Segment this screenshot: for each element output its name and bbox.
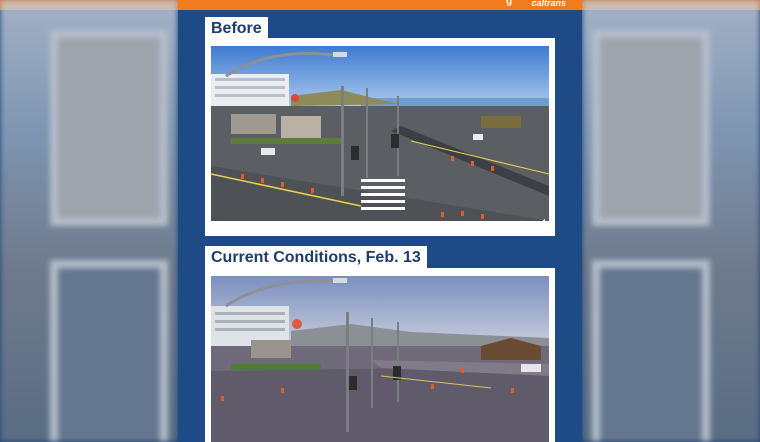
photo-watermark: ◢ bbox=[541, 218, 545, 224]
blurred-background-right bbox=[582, 0, 760, 442]
before-label: Before bbox=[205, 17, 268, 41]
caltrans-logo-icon: g bbox=[506, 0, 513, 7]
before-photo-frame: ◢ bbox=[205, 38, 555, 236]
poster-header-bar: g caltrans bbox=[178, 0, 582, 10]
before-photo bbox=[211, 46, 549, 221]
current-conditions-label: Current Conditions, Feb. 13 bbox=[205, 246, 427, 270]
current-photo-frame bbox=[205, 268, 555, 442]
blurred-background-left bbox=[0, 0, 178, 442]
comparison-poster: g caltrans ◢ Before Current Conditions, … bbox=[178, 0, 582, 442]
brand-logo-text: caltrans bbox=[531, 0, 566, 8]
current-photo bbox=[211, 276, 549, 442]
